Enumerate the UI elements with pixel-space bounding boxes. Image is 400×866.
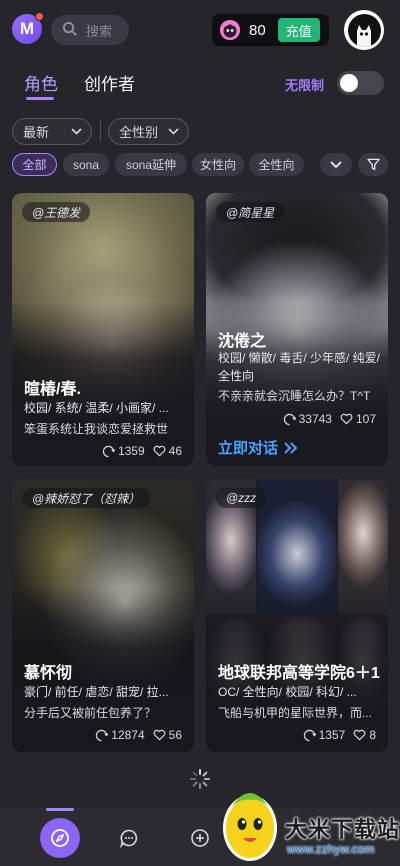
heart-icon xyxy=(153,729,166,741)
chip-all[interactable]: 全部 xyxy=(12,153,57,176)
share-count: 1359 xyxy=(117,444,145,458)
active-nav-indicator xyxy=(46,808,74,811)
chip-sona[interactable]: sona xyxy=(63,153,109,176)
card-name: 沈倦之 xyxy=(218,333,267,350)
nav-discover[interactable] xyxy=(40,818,80,858)
search-box[interactable]: 搜索 xyxy=(51,15,129,45)
heart-icon xyxy=(340,413,353,425)
double-chevron-right-icon xyxy=(284,441,298,454)
card-name: 地球联邦高等学院6＋1 xyxy=(218,665,380,682)
active-tab-indicator xyxy=(26,97,54,100)
coin-balance[interactable]: 80 充值 xyxy=(212,14,329,46)
heart-icon xyxy=(153,445,166,457)
share-icon xyxy=(95,729,109,742)
logo-letter: M xyxy=(19,19,35,38)
like-count: 46 xyxy=(168,444,182,458)
card-stats: 1357 8 xyxy=(303,728,376,742)
share-count: 33743 xyxy=(298,412,332,426)
gender-dropdown[interactable]: 全性别 xyxy=(108,118,189,145)
unlimited-label: 无限制 xyxy=(285,78,325,93)
search-placeholder: 搜索 xyxy=(86,23,113,39)
compass-icon xyxy=(50,828,70,848)
app-logo[interactable]: M xyxy=(12,12,44,44)
notification-dot xyxy=(35,12,44,21)
card-tags: 校园/ 懒散/ 毒舌/ 少年感/ 纯爱/ 全性向 xyxy=(218,351,381,383)
plus-circle-icon xyxy=(190,828,210,848)
tab-characters[interactable]: 角色 xyxy=(24,70,58,95)
chevron-down-icon xyxy=(71,128,82,135)
share-icon xyxy=(303,729,316,742)
recharge-button[interactable]: 充值 xyxy=(277,18,320,42)
expand-chips-button[interactable] xyxy=(320,153,352,176)
coin-count: 80 xyxy=(249,21,266,39)
card-name: 慕怀彻 xyxy=(24,665,73,682)
share-count: 1357 xyxy=(318,728,346,742)
chevron-down-icon xyxy=(330,160,342,169)
chat-now-label: 立即对话 xyxy=(218,440,279,457)
chevron-down-icon xyxy=(168,128,179,135)
card-author[interactable]: @辣娇怼了（怼辣） xyxy=(22,488,151,508)
nav-create[interactable] xyxy=(188,826,212,850)
like-count: 56 xyxy=(168,728,182,742)
chip-female-oriented[interactable]: 女性向 xyxy=(192,153,244,176)
sort-value: 最新 xyxy=(23,125,50,140)
card-description: 分手后又被前任包养了？ xyxy=(24,706,157,720)
card-author[interactable]: @zzz xyxy=(216,488,267,508)
share-icon xyxy=(283,413,296,426)
watermark-url: www.zzhyw.com xyxy=(287,842,375,856)
search-icon xyxy=(62,21,77,39)
share-icon xyxy=(102,445,115,458)
tab-creators[interactable]: 创作者 xyxy=(84,70,135,95)
unlimited-toggle[interactable] xyxy=(337,71,384,95)
nav-messages[interactable] xyxy=(117,826,141,850)
filter-divider xyxy=(100,120,101,142)
like-count: 8 xyxy=(369,728,376,742)
card-tags: OC/ 全性向/ 校园/ 科幻/ ... xyxy=(218,685,357,699)
card-author[interactable]: @简星星 xyxy=(216,202,285,222)
character-card[interactable]: @辣娇怼了（怼辣） 慕怀彻 豪门/ 前任/ 虐恋/ 甜宠/ 拉... 分手后又被… xyxy=(12,479,194,752)
chat-now-button[interactable]: 立即对话 xyxy=(218,437,298,458)
card-name: 暄椿/春. xyxy=(24,381,81,398)
character-card[interactable]: @简星星 沈倦之 校园/ 懒散/ 毒舌/ 少年感/ 纯爱/ 全性向 不亲亲就会沉… xyxy=(206,193,388,466)
share-count: 12874 xyxy=(111,728,145,742)
watermark-title: 大米下载站 xyxy=(285,817,400,842)
card-description: 不亲亲就会沉睡怎么办？T^T xyxy=(218,389,371,403)
sort-dropdown[interactable]: 最新 xyxy=(12,118,92,145)
chat-bubble-icon xyxy=(119,828,139,848)
filter-icon xyxy=(366,158,380,171)
card-author[interactable]: @王德发 xyxy=(22,202,91,222)
coin-icon xyxy=(220,20,240,40)
loading-spinner-icon xyxy=(189,768,211,790)
card-stats: 12874 56 xyxy=(95,728,182,742)
card-stats: 33743 107 xyxy=(283,412,376,426)
gender-value: 全性别 xyxy=(119,125,159,140)
cat-avatar-icon xyxy=(347,13,381,47)
toggle-knob xyxy=(340,74,358,92)
card-stats: 1359 46 xyxy=(102,444,182,458)
user-avatar[interactable] xyxy=(344,10,384,50)
heart-icon xyxy=(353,729,366,741)
card-description: 笨蛋系统让我谈恋爱拯救世 xyxy=(24,422,169,436)
chip-sona-extension[interactable]: sona延伸 xyxy=(115,153,187,176)
card-description: 飞船与机甲的星际世界，而... xyxy=(218,706,373,720)
character-card[interactable]: @王德发 暄椿/春. 校园/ 系统/ 温柔/ 小画家/ ... 笨蛋系统让我谈恋… xyxy=(12,193,194,466)
filter-button[interactable] xyxy=(358,153,388,176)
character-card[interactable]: @zzz 地球联邦高等学院6＋1 OC/ 全性向/ 校园/ 科幻/ ... 飞船… xyxy=(206,479,388,752)
chip-all-orientation[interactable]: 全性向 xyxy=(249,153,304,176)
card-tags: 校园/ 系统/ 温柔/ 小画家/ ... xyxy=(24,401,169,415)
card-tags: 豪门/ 前任/ 虐恋/ 甜宠/ 拉... xyxy=(24,685,169,699)
like-count: 107 xyxy=(355,412,376,426)
